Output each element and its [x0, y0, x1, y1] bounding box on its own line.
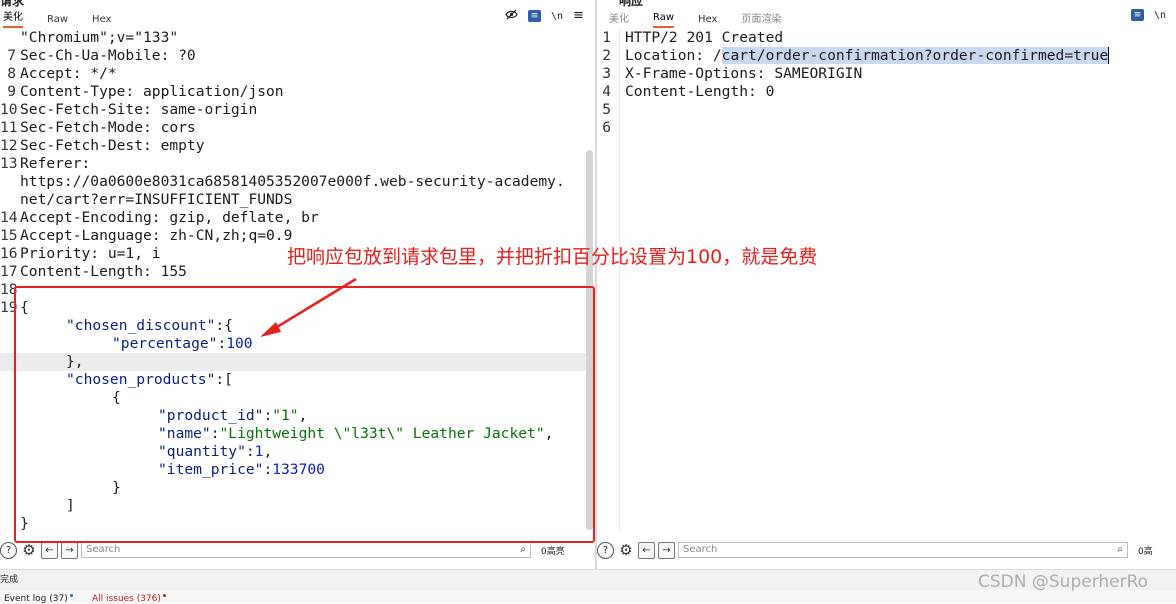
request-pane-title: 请求 — [0, 0, 25, 8]
response-editor[interactable]: 1 HTTP/2 201 Created 2 Location: /cart/ord… — [597, 29, 1176, 137]
request-editor[interactable]: "Chromium";v="133" 7 Sec-Ch-Ua-Mobile: ?0… — [0, 29, 595, 533]
tab-pretty[interactable]: 美化 — [3, 8, 23, 28]
response-pane-title: 响应 — [619, 0, 644, 8]
response-gutter-divider — [619, 29, 620, 531]
response-line: 3 X-Frame-Options: SAMEORIGIN — [602, 65, 863, 82]
json-line: { — [112, 389, 121, 406]
json-line: "product_id":"1", — [158, 407, 308, 424]
response-line: 1 HTTP/2 201 Created — [602, 29, 784, 46]
json-line: } — [112, 479, 121, 496]
json-key: "chosen_products" — [66, 371, 216, 388]
response-toolbar: ≡ \n ≡ — [1131, 9, 1176, 21]
response-line: 6 — [602, 119, 611, 136]
search-icon[interactable]: ⌕ — [1117, 543, 1123, 557]
json-string: "Lightweight \"l33t\" Leather Jacket" — [219, 425, 545, 442]
menu-icon[interactable]: ≡ — [573, 9, 584, 22]
response-line: 2 Location: /cart/order-confirmation?orde… — [602, 47, 1110, 64]
json-line: "chosen_products":[ — [66, 371, 233, 388]
request-line: 8 Accept: */* — [7, 65, 117, 82]
eye-off-icon[interactable] — [505, 9, 518, 23]
json-key: "quantity" — [158, 443, 246, 460]
request-line: 12 Sec-Fetch-Dest: empty — [0, 137, 205, 154]
request-line: 18 — [0, 281, 18, 298]
request-pane: 请求 美化 Raw Hex ≡ \n ≡ "Chromium";v="133" … — [0, 0, 595, 569]
request-line: 9 Content-Type: application/json — [7, 83, 284, 100]
response-search-input[interactable]: Search ⌕ — [678, 542, 1128, 558]
help-icon[interactable]: ? — [597, 541, 614, 559]
response-match-count: 0高 — [1138, 546, 1153, 557]
request-search-bar: ? ⚙ ← → Search ⌕ 0高亮 — [0, 539, 565, 561]
request-search-input[interactable]: Search ⌕ — [81, 542, 531, 558]
request-line: 13 Referer: — [0, 155, 91, 172]
request-line: "Chromium";v="133" — [20, 29, 179, 46]
gear-icon[interactable]: ⚙ — [21, 542, 37, 558]
request-line: 7 Sec-Ch-Ua-Mobile: ?0 — [7, 47, 196, 64]
tab-render[interactable]: 页面渲染 — [741, 10, 781, 28]
request-line: https://0a0600e8031ca68581405352007e000f… — [20, 173, 565, 190]
response-line: 4 Content-Length: 0 — [602, 83, 775, 100]
response-view-tabs: 美化 Raw Hex 页面渲染 — [609, 8, 805, 28]
percentage-value: 100 — [226, 335, 253, 352]
request-line: 10 Sec-Fetch-Site: same-origin — [0, 101, 258, 118]
response-line: 5 — [602, 101, 611, 118]
newline-icon[interactable]: \n — [1154, 10, 1166, 21]
request-view-tabs: 美化 Raw Hex — [3, 8, 135, 28]
request-match-count: 0高亮 — [541, 546, 565, 557]
arrow-right-icon[interactable]: → — [658, 541, 675, 559]
watermark: CSDN @SuperherRo — [978, 572, 1149, 592]
json-key: "percentage" — [112, 335, 218, 352]
json-key: "item_price" — [158, 461, 264, 478]
json-key: "product_id" — [158, 407, 264, 424]
request-line: net/cart?err=INSUFFICIENT_FUNDS — [20, 191, 293, 208]
json-key: "chosen_discount" — [66, 317, 216, 334]
response-pane: 响应 美化 Raw Hex 页面渲染 ≡ \n ≡ 1HTTP/2 201 Cr… — [597, 0, 1176, 569]
json-line: "quantity":1, — [158, 443, 273, 460]
json-line: "chosen_discount":{ — [66, 317, 233, 334]
tab-pretty[interactable]: 美化 — [609, 10, 629, 28]
tab-raw[interactable]: Raw — [47, 14, 68, 28]
json-line: }, — [0, 353, 595, 371]
json-line: "item_price":133700 — [158, 461, 325, 478]
json-key: "name" — [158, 425, 211, 442]
selected-text[interactable]: cart/order-confirmation?order-confirmed=… — [721, 47, 1109, 64]
json-line: ] — [66, 497, 75, 514]
arrow-left-icon[interactable]: ← — [638, 541, 655, 559]
json-string: "1" — [272, 407, 299, 424]
tab-hex[interactable]: Hex — [92, 14, 111, 28]
request-line: 14 Accept-Encoding: gzip, deflate, br — [0, 209, 319, 226]
tab-hex[interactable]: Hex — [698, 14, 717, 28]
tab-raw[interactable]: Raw — [653, 12, 675, 28]
json-number: 133700 — [272, 461, 325, 478]
gear-icon[interactable]: ⚙ — [618, 542, 634, 558]
response-search-bar: ? ⚙ ← → Search ⌕ 0高 — [597, 539, 1153, 561]
json-line: "name":"Lightweight \"l33t\" Leather Jac… — [158, 425, 554, 442]
arrow-right-icon[interactable]: → — [61, 541, 78, 559]
annotation-text: 把响应包放到请求包里，并把折扣百分比设置为100，就是免费 — [287, 246, 818, 268]
request-scrollbar[interactable] — [586, 150, 593, 530]
wrap-toggle-icon[interactable]: ≡ — [1131, 9, 1144, 21]
json-line: } — [20, 515, 29, 532]
request-toolbar: ≡ \n ≡ — [505, 9, 584, 23]
search-icon[interactable]: ⌕ — [520, 543, 526, 557]
newline-icon[interactable]: \n — [551, 11, 563, 22]
help-icon[interactable]: ? — [0, 541, 17, 559]
request-line: 11 Sec-Fetch-Mode: cors — [0, 119, 196, 136]
arrow-left-icon[interactable]: ← — [41, 541, 58, 559]
json-line: 19{ — [0, 299, 29, 316]
status-text: 完成 — [0, 575, 19, 585]
wrap-toggle-icon[interactable]: ≡ — [528, 10, 541, 22]
json-line: "percentage":100 — [112, 335, 253, 352]
